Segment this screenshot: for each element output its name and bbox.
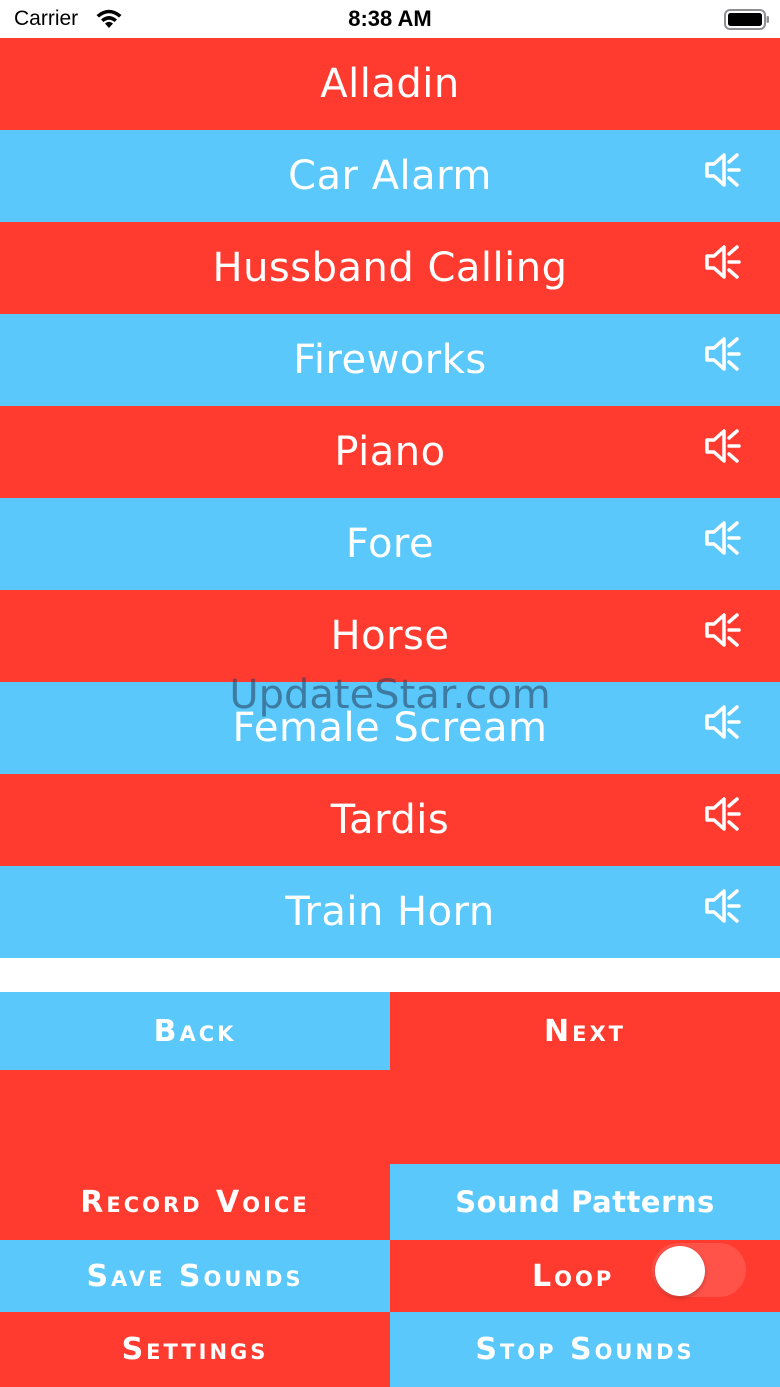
sound-patterns-label: Sound Patterns: [455, 1185, 715, 1219]
loop-toggle-knob[interactable]: [655, 1246, 705, 1296]
sound-label: Fireworks: [293, 337, 487, 383]
speaker-volume-icon[interactable]: [704, 610, 744, 650]
speaker-volume-icon[interactable]: [704, 794, 744, 834]
status-time: 8:38 AM: [348, 6, 432, 31]
speaker-volume-icon[interactable]: [704, 242, 744, 282]
back-button[interactable]: Back: [0, 992, 390, 1070]
speaker-volume-icon[interactable]: [704, 886, 744, 926]
settings-label: Settings: [121, 1332, 269, 1367]
record-voice-label: Record Voice: [80, 1184, 310, 1220]
back-button-label: Back: [153, 1013, 237, 1049]
save-sounds-label: Save Sounds: [86, 1258, 304, 1294]
sound-row[interactable]: Tardis: [0, 774, 780, 866]
sound-row[interactable]: Fore: [0, 498, 780, 590]
stop-sounds-label: Stop Sounds: [475, 1332, 695, 1367]
sound-row[interactable]: Train Horn: [0, 866, 780, 958]
sound-label: Female Scream: [232, 705, 548, 751]
battery-icon: [724, 9, 769, 30]
sound-label: Alladin: [320, 61, 460, 107]
record-voice-button[interactable]: Record Voice: [0, 1164, 390, 1240]
sound-label: Car Alarm: [288, 153, 492, 199]
sound-row[interactable]: Female Scream: [0, 682, 780, 774]
sound-label: Piano: [334, 429, 446, 475]
sound-row[interactable]: Hussband Calling: [0, 222, 780, 314]
control-panel: Back Next Record Voice Sound Patterns Sa…: [0, 992, 780, 1387]
speaker-volume-icon[interactable]: [704, 518, 744, 558]
speaker-volume-icon[interactable]: [704, 702, 744, 742]
sound-label: Fore: [345, 521, 435, 567]
sound-patterns-button[interactable]: Sound Patterns: [390, 1164, 780, 1240]
status-bar: Carrier 8:38 AM: [0, 0, 780, 38]
sound-row[interactable]: Alladin: [0, 38, 780, 130]
loop-label: Loop: [532, 1258, 615, 1294]
sound-row[interactable]: Piano: [0, 406, 780, 498]
sound-label: Horse: [330, 613, 450, 659]
sound-label: Train Horn: [285, 889, 495, 935]
sound-row[interactable]: Fireworks: [0, 314, 780, 406]
speaker-volume-icon[interactable]: [704, 334, 744, 374]
settings-button[interactable]: Settings: [0, 1312, 390, 1387]
loop-toggle[interactable]: [652, 1243, 746, 1297]
speaker-volume-icon[interactable]: [704, 426, 744, 466]
sound-row[interactable]: Car Alarm: [0, 130, 780, 222]
save-sounds-button[interactable]: Save Sounds: [0, 1240, 390, 1312]
sound-label: Tardis: [330, 797, 450, 843]
sound-list: Alladin Car Alarm Hussband Calling Firework…: [0, 38, 780, 958]
stop-sounds-button[interactable]: Stop Sounds: [390, 1312, 780, 1387]
speaker-volume-icon[interactable]: [704, 150, 744, 190]
next-button[interactable]: Next: [390, 992, 780, 1070]
sound-label: Hussband Calling: [212, 245, 568, 291]
sound-row[interactable]: Horse: [0, 590, 780, 682]
next-button-label: Next: [544, 1013, 626, 1049]
